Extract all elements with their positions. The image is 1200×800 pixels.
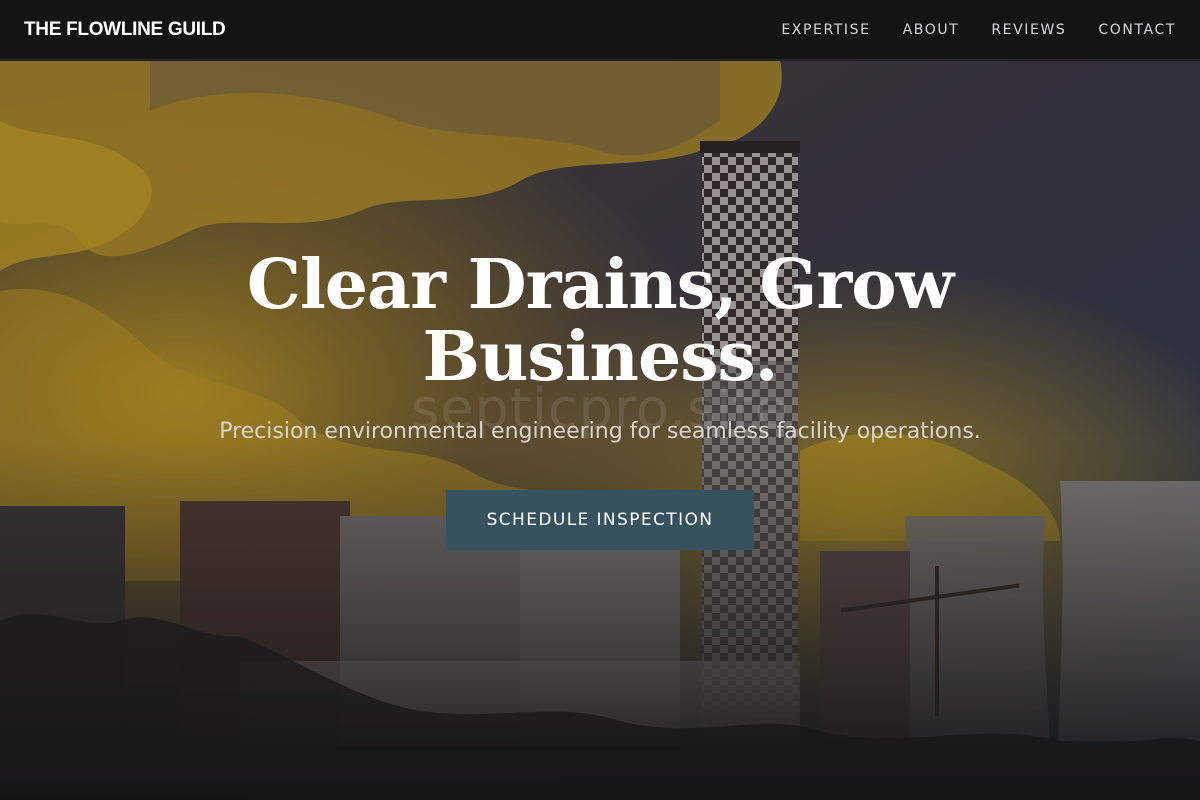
schedule-inspection-button[interactable]: SCHEDULE INSPECTION bbox=[446, 490, 754, 550]
brand-logo[interactable]: THE FLOWLINE GUILD bbox=[24, 19, 226, 41]
nav-link-contact[interactable]: CONTACT bbox=[1098, 22, 1176, 38]
nav-item: CONTACT bbox=[1098, 21, 1176, 39]
hero-subtitle: Precision environmental engineering for … bbox=[219, 419, 981, 444]
nav-item: ABOUT bbox=[903, 21, 960, 39]
page: THE FLOWLINE GUILD EXPERTISE ABOUT REVIE… bbox=[0, 0, 1200, 800]
nav-item: EXPERTISE bbox=[781, 21, 870, 39]
hero-content: Clear Drains, Grow Business. septicpro.s… bbox=[0, 61, 1200, 800]
hero-title: Clear Drains, Grow Business. bbox=[246, 245, 954, 397]
hero-section: Clear Drains, Grow Business. septicpro.s… bbox=[0, 61, 1200, 800]
nav-link-about[interactable]: ABOUT bbox=[903, 22, 960, 38]
navbar: THE FLOWLINE GUILD EXPERTISE ABOUT REVIE… bbox=[0, 0, 1200, 60]
nav-link-reviews[interactable]: REVIEWS bbox=[991, 22, 1066, 38]
nav-link-expertise[interactable]: EXPERTISE bbox=[781, 22, 870, 38]
nav-item: REVIEWS bbox=[991, 21, 1066, 39]
nav-links: EXPERTISE ABOUT REVIEWS CONTACT bbox=[781, 21, 1176, 39]
